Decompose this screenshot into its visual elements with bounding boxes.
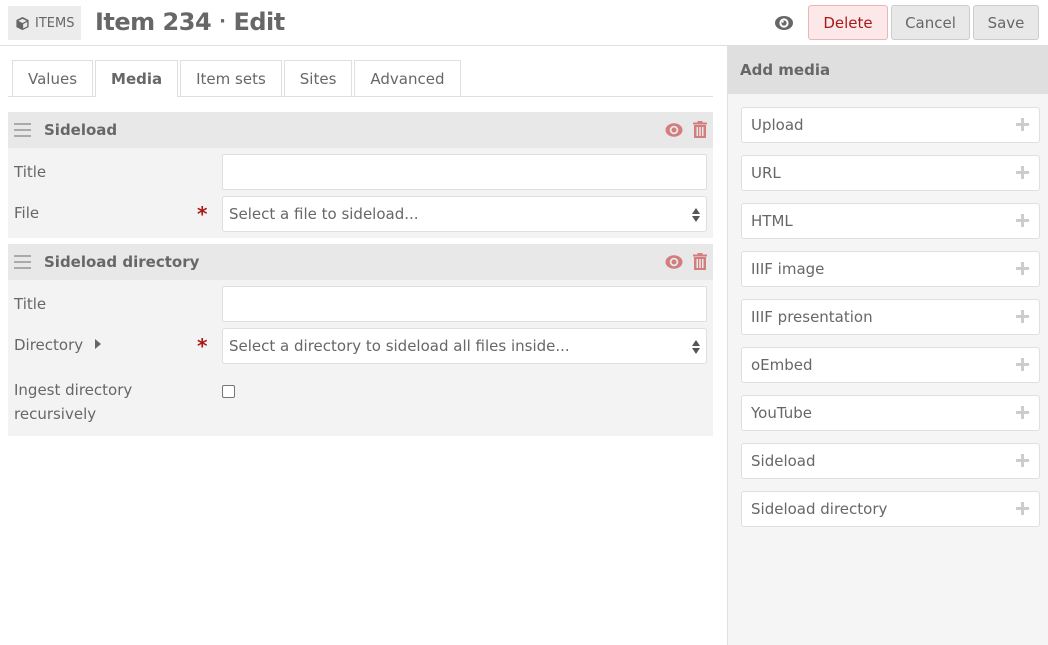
caret-right-icon[interactable] bbox=[95, 339, 102, 349]
add-media-label: Sideload directory bbox=[751, 500, 888, 518]
recursive-checkbox[interactable] bbox=[222, 385, 235, 398]
title-separator: · bbox=[219, 11, 226, 32]
drag-handle-icon[interactable] bbox=[14, 255, 31, 269]
add-media-label: Upload bbox=[751, 116, 804, 134]
page-title: Item 234 · Edit bbox=[95, 8, 285, 36]
file-select[interactable]: Select a file to sideload... bbox=[222, 196, 707, 232]
recursive-label-line1: Ingest directory bbox=[14, 381, 133, 399]
tab-values[interactable]: Values bbox=[12, 60, 94, 96]
directory-select-value: Select a directory to sideload all files… bbox=[229, 337, 570, 355]
directory-select[interactable]: Select a directory to sideload all files… bbox=[222, 328, 707, 364]
add-media-iiif-presentation[interactable]: IIIF presentation bbox=[741, 299, 1040, 335]
plus-icon bbox=[1016, 118, 1029, 131]
trash-icon[interactable] bbox=[693, 253, 707, 270]
add-media-youtube[interactable]: YouTube bbox=[741, 395, 1040, 431]
media-block-title: Sideload bbox=[44, 121, 118, 139]
add-media-url[interactable]: URL bbox=[741, 155, 1040, 191]
recursive-label: Ingest directory recursively bbox=[14, 378, 132, 426]
plus-icon bbox=[1016, 214, 1029, 227]
media-block-sideload: Sideload Title File * Select a file to s… bbox=[8, 112, 713, 238]
plus-icon bbox=[1016, 502, 1029, 515]
required-marker: * bbox=[197, 334, 208, 358]
media-block-header: Sideload directory bbox=[8, 244, 713, 280]
title-row: Title bbox=[8, 280, 713, 322]
directory-label-text: Directory bbox=[14, 336, 84, 354]
cancel-button[interactable]: Cancel bbox=[891, 5, 970, 40]
item-title: Item 234 bbox=[95, 8, 212, 36]
section-tabs: Values Media Item sets Sites Advanced bbox=[12, 60, 463, 97]
required-marker: * bbox=[197, 202, 208, 226]
save-button[interactable]: Save bbox=[973, 5, 1039, 40]
plus-icon bbox=[1016, 166, 1029, 179]
tab-sites[interactable]: Sites bbox=[283, 60, 353, 96]
add-media-html[interactable]: HTML bbox=[741, 203, 1040, 239]
recursive-row: Ingest directory recursively bbox=[8, 364, 713, 430]
add-media-sideload[interactable]: Sideload bbox=[741, 443, 1040, 479]
plus-icon bbox=[1016, 262, 1029, 275]
add-media-label: IIIF image bbox=[751, 260, 825, 278]
plus-icon bbox=[1016, 454, 1029, 467]
plus-icon bbox=[1016, 310, 1029, 323]
breadcrumb-label: ITEMS bbox=[35, 15, 75, 31]
add-media-label: HTML bbox=[751, 212, 793, 230]
page-subtitle: Edit bbox=[233, 8, 285, 36]
title-label: Title bbox=[14, 163, 47, 181]
eye-icon[interactable] bbox=[774, 14, 794, 32]
directory-row: Directory * Select a directory to sidelo… bbox=[8, 322, 713, 364]
breadcrumb-items[interactable]: ITEMS bbox=[8, 6, 82, 40]
page-header: ITEMS Item 234 · Edit Delete Cancel Save bbox=[0, 0, 1048, 46]
eye-icon[interactable] bbox=[665, 254, 683, 270]
plus-icon bbox=[1016, 358, 1029, 371]
title-input[interactable] bbox=[222, 154, 707, 190]
add-media-iiif-image[interactable]: IIIF image bbox=[741, 251, 1040, 287]
tab-media[interactable]: Media bbox=[95, 60, 179, 97]
tab-item-sets[interactable]: Item sets bbox=[180, 60, 282, 96]
cube-icon bbox=[16, 16, 29, 30]
media-block-header: Sideload bbox=[8, 112, 713, 148]
delete-button[interactable]: Delete bbox=[808, 5, 888, 40]
file-label: File bbox=[14, 204, 40, 222]
title-input[interactable] bbox=[222, 286, 707, 322]
title-label: Title bbox=[14, 295, 47, 313]
add-media-oembed[interactable]: oEmbed bbox=[741, 347, 1040, 383]
eye-icon[interactable] bbox=[665, 122, 683, 138]
trash-icon[interactable] bbox=[693, 121, 707, 138]
add-media-sideload-directory[interactable]: Sideload directory bbox=[741, 491, 1040, 527]
add-media-label: oEmbed bbox=[751, 356, 813, 374]
directory-label: Directory bbox=[14, 336, 102, 354]
file-row: File * Select a file to sideload... bbox=[8, 190, 713, 232]
select-arrows-icon bbox=[692, 208, 700, 222]
plus-icon bbox=[1016, 406, 1029, 419]
media-block-title: Sideload directory bbox=[44, 253, 200, 271]
recursive-label-line2: recursively bbox=[14, 405, 97, 423]
drag-handle-icon[interactable] bbox=[14, 123, 31, 137]
add-media-upload[interactable]: Upload bbox=[741, 107, 1040, 143]
select-arrows-icon bbox=[692, 340, 700, 354]
sidebar-title: Add media bbox=[728, 46, 1048, 94]
tab-advanced[interactable]: Advanced bbox=[354, 60, 461, 96]
add-media-label: Sideload bbox=[751, 452, 816, 470]
title-row: Title bbox=[8, 148, 713, 190]
add-media-label: URL bbox=[751, 164, 781, 182]
media-block-sideload-directory: Sideload directory Title Directory * Sel… bbox=[8, 244, 713, 436]
add-media-sidebar: Add media Upload URL HTML IIIF image III… bbox=[727, 46, 1048, 645]
add-media-label: IIIF presentation bbox=[751, 308, 873, 326]
file-select-value: Select a file to sideload... bbox=[229, 205, 419, 223]
add-media-label: YouTube bbox=[751, 404, 812, 422]
